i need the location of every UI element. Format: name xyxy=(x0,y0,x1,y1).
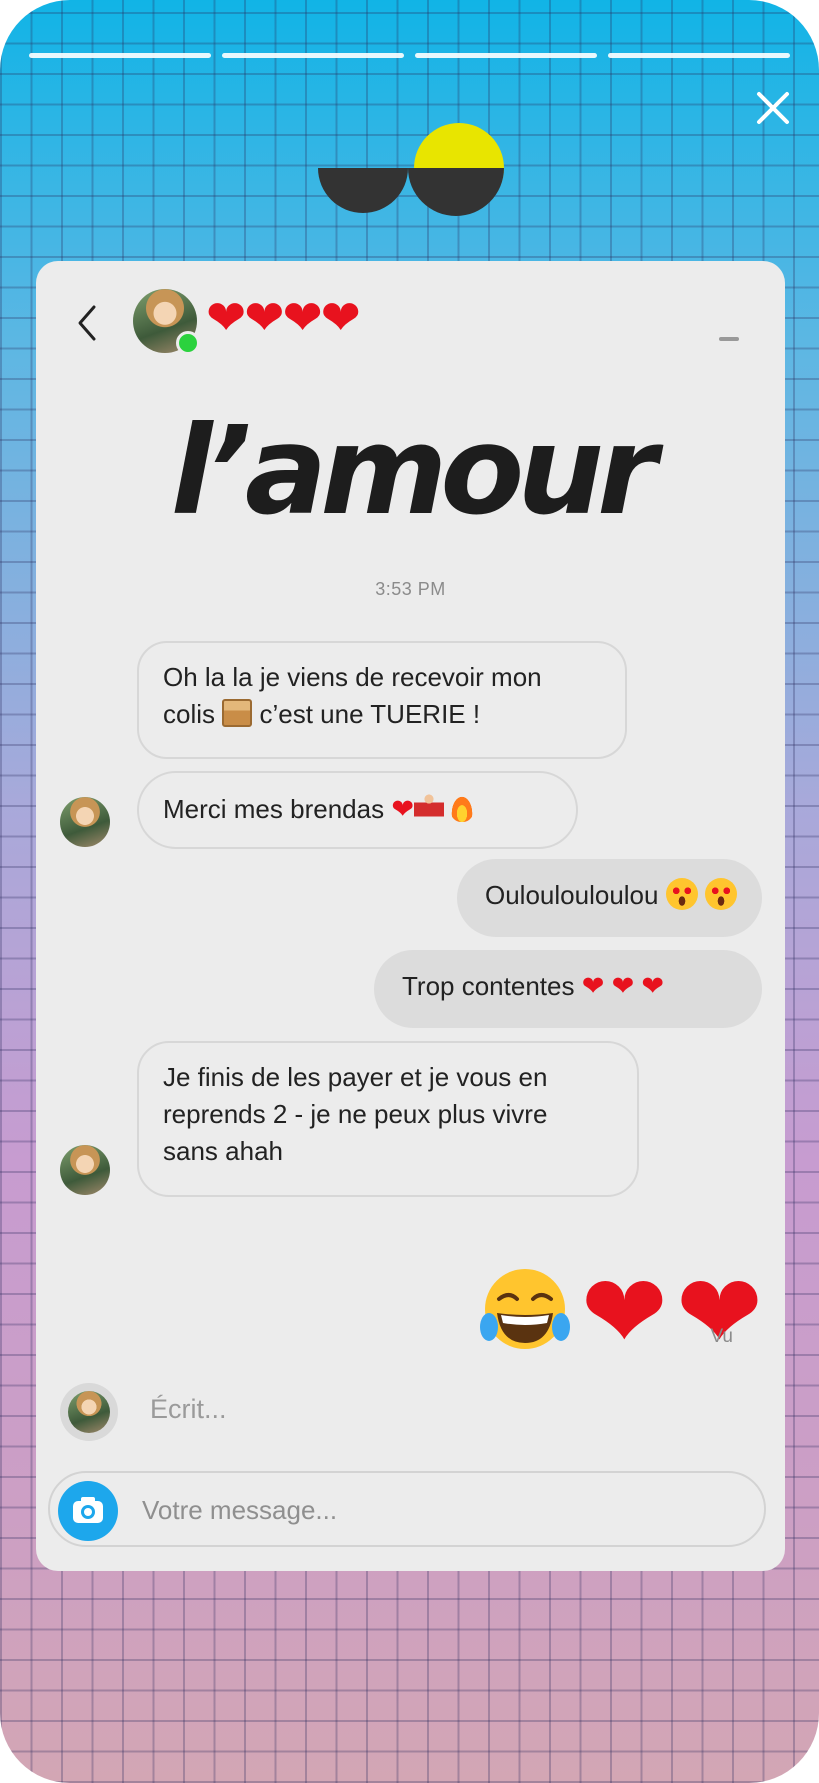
message-emoji-only[interactable]: ❤ ❤ xyxy=(477,1261,763,1365)
camera-icon xyxy=(73,1497,103,1523)
heart-emoji: ❤ xyxy=(611,971,635,1001)
chevron-left-icon xyxy=(78,305,96,341)
message-text: Ouloulouloulou xyxy=(485,880,659,910)
brand-logo xyxy=(318,123,504,216)
header-menu-indicator xyxy=(719,337,739,341)
message-text: c’est une TUERIE ! xyxy=(259,699,481,729)
message-text: Je finis de les payer et je vous en xyxy=(163,1062,548,1092)
heart-emoji: ❤ xyxy=(641,971,665,1001)
sender-avatar[interactable] xyxy=(60,797,110,847)
progress-segment xyxy=(415,53,597,58)
headline: l’amour xyxy=(170,400,657,542)
message-timestamp: 3:53 PM xyxy=(375,579,446,599)
message-text: reprends 2 - je ne peux plus vivre xyxy=(163,1099,548,1129)
message-text: Trop contentes xyxy=(402,971,575,1001)
message-text: Oh la la je viens de recevoir mon xyxy=(163,662,542,692)
close-button[interactable] xyxy=(751,86,795,130)
back-button[interactable] xyxy=(72,301,102,345)
message-bubble-incoming[interactable]: Je finis de les payer et je vous en repr… xyxy=(137,1041,639,1197)
progress-segment xyxy=(29,53,211,58)
seen-indicator: Vu xyxy=(710,1326,733,1347)
story-progress-bar xyxy=(29,53,790,58)
heart-eyes-emoji xyxy=(665,878,698,910)
message-input[interactable] xyxy=(140,1487,734,1533)
package-emoji xyxy=(222,699,253,727)
message-text: colis xyxy=(163,699,216,729)
progress-segment xyxy=(608,53,790,58)
typing-avatar-frame xyxy=(60,1383,118,1441)
heart-emoji: ❤ xyxy=(580,1255,668,1371)
message-bubble-outgoing[interactable]: Ouloulouloulou xyxy=(457,859,762,937)
fire-emoji xyxy=(449,794,474,822)
chat-header: ❤❤❤❤ xyxy=(36,261,785,361)
dancer-emoji xyxy=(413,794,444,822)
sender-avatar[interactable] xyxy=(60,1145,110,1195)
progress-segment xyxy=(222,53,404,58)
message-bubble-incoming[interactable]: Oh la la je viens de recevoir mon colis … xyxy=(137,641,627,759)
close-icon xyxy=(757,92,789,124)
chat-card: ❤❤❤❤ l’amour 3:53 PM Oh la la je viens d… xyxy=(36,261,785,1571)
camera-button[interactable] xyxy=(58,1481,118,1541)
typing-avatar xyxy=(68,1391,110,1433)
typing-indicator: Écrit... xyxy=(150,1394,227,1424)
tears-of-joy-emoji xyxy=(479,1269,570,1349)
message-composer[interactable] xyxy=(48,1471,766,1547)
chat-title[interactable]: ❤❤❤❤ xyxy=(206,287,361,351)
heart-emoji: ❤ xyxy=(581,971,605,1001)
message-bubble-incoming[interactable]: Merci mes brendas ❤ xyxy=(137,771,578,849)
heart-eyes-emoji xyxy=(704,878,737,910)
message-text: Merci mes brendas xyxy=(163,794,385,824)
message-text: sans ahah xyxy=(163,1136,283,1166)
story-screen: ❤❤❤❤ l’amour 3:53 PM Oh la la je viens d… xyxy=(0,0,819,1783)
heart-emoji: ❤ xyxy=(675,1255,763,1371)
online-status-dot xyxy=(176,331,200,355)
heart-emoji: ❤ xyxy=(391,794,414,824)
message-bubble-outgoing[interactable]: Trop contentes ❤ ❤ ❤ xyxy=(374,950,762,1028)
